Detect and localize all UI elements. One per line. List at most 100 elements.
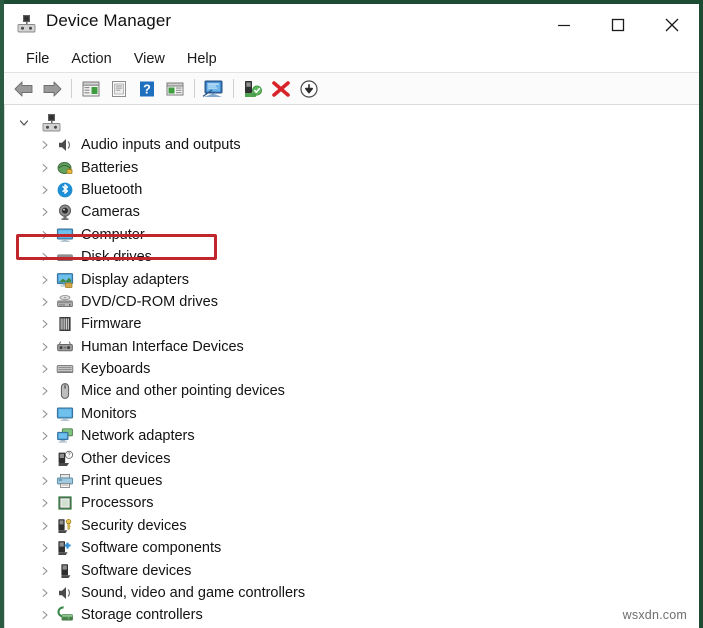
tree-row-label: Network adapters bbox=[81, 428, 195, 444]
tree-row[interactable]: Security devices bbox=[5, 515, 699, 537]
tree-row-label: Sound, video and game controllers bbox=[81, 585, 305, 601]
show-hide-console-tree-icon[interactable] bbox=[77, 76, 105, 102]
back-arrow-icon[interactable] bbox=[10, 76, 38, 102]
tree-row-label: Bluetooth bbox=[81, 182, 142, 198]
tree-row-label: Human Interface Devices bbox=[81, 339, 244, 355]
chevron-right-icon[interactable] bbox=[38, 543, 52, 553]
svg-text:?: ? bbox=[68, 452, 71, 458]
uninstall-device-icon[interactable] bbox=[267, 76, 295, 102]
help-icon[interactable]: ? bbox=[133, 76, 161, 102]
toolbar-separator-1 bbox=[71, 79, 72, 98]
tree-row-label: Storage controllers bbox=[81, 607, 203, 623]
tree-row[interactable]: Human Interface Devices bbox=[5, 336, 699, 358]
tree-row-label: Firmware bbox=[81, 316, 141, 332]
disk-drive-icon bbox=[56, 248, 74, 266]
chevron-right-icon[interactable] bbox=[38, 163, 52, 173]
menu-file[interactable]: File bbox=[15, 49, 60, 70]
window-frame: Device Manager bbox=[4, 4, 699, 628]
tree-row[interactable]: DVD/CD-ROM drives bbox=[5, 291, 699, 313]
tree-row-label: Batteries bbox=[81, 160, 138, 176]
tree-row-label: Software devices bbox=[81, 563, 191, 579]
processor-icon bbox=[56, 494, 74, 512]
forward-arrow-icon[interactable] bbox=[38, 76, 66, 102]
tree-row[interactable]: Network adapters bbox=[5, 425, 699, 447]
chevron-right-icon[interactable] bbox=[38, 588, 52, 598]
chevron-right-icon[interactable] bbox=[38, 297, 52, 307]
tree-row[interactable]: Monitors bbox=[5, 403, 699, 425]
software-component-icon bbox=[56, 539, 74, 557]
tree-row[interactable]: Software components bbox=[5, 537, 699, 559]
tree-row-label: Print queues bbox=[81, 473, 162, 489]
menu-action[interactable]: Action bbox=[60, 49, 122, 70]
tree-row[interactable]: Print queues bbox=[5, 470, 699, 492]
chevron-right-icon[interactable] bbox=[38, 252, 52, 262]
chevron-right-icon[interactable] bbox=[38, 454, 52, 464]
chevron-right-icon[interactable] bbox=[38, 521, 52, 531]
tree-row[interactable]: Sound, video and game controllers bbox=[5, 582, 699, 604]
chevron-right-icon[interactable] bbox=[38, 409, 52, 419]
printer-icon bbox=[56, 472, 74, 490]
tree-row[interactable]: Computer bbox=[5, 224, 699, 246]
tree-row[interactable]: Processors bbox=[5, 492, 699, 514]
toolbar-separator-2 bbox=[194, 79, 195, 98]
device-tree-pane[interactable]: Audio inputs and outputs bbox=[4, 105, 699, 628]
chevron-right-icon[interactable] bbox=[38, 498, 52, 508]
tree-row-label: Keyboards bbox=[81, 361, 150, 377]
chevron-right-icon[interactable] bbox=[38, 185, 52, 195]
menu-view[interactable]: View bbox=[123, 49, 176, 70]
watermark: wsxdn.com bbox=[623, 608, 687, 622]
chevron-right-icon[interactable] bbox=[38, 140, 52, 150]
chevron-right-icon[interactable] bbox=[38, 342, 52, 352]
window-controls bbox=[537, 4, 699, 45]
chevron-right-icon[interactable] bbox=[38, 364, 52, 374]
optical-drive-icon bbox=[56, 293, 74, 311]
tree-row[interactable]: Batteries bbox=[5, 156, 699, 178]
computer-root-icon bbox=[41, 113, 63, 133]
chevron-right-icon[interactable] bbox=[38, 386, 52, 396]
tree-row[interactable]: Storage controllers bbox=[5, 604, 699, 626]
toolbar-separator-3 bbox=[233, 79, 234, 98]
tree-row-label: DVD/CD-ROM drives bbox=[81, 294, 218, 310]
minimize-button[interactable] bbox=[537, 4, 591, 45]
tree-row[interactable]: Audio inputs and outputs bbox=[5, 134, 699, 156]
close-button[interactable] bbox=[645, 4, 699, 45]
tree-root-node[interactable] bbox=[5, 111, 63, 135]
chevron-right-icon[interactable] bbox=[38, 319, 52, 329]
chevron-right-icon[interactable] bbox=[38, 566, 52, 576]
tree-row[interactable]: Mice and other pointing devices bbox=[5, 380, 699, 402]
chevron-right-icon[interactable] bbox=[38, 207, 52, 217]
disable-device-icon[interactable] bbox=[295, 76, 323, 102]
enable-device-icon[interactable] bbox=[239, 76, 267, 102]
tree-row-label: Security devices bbox=[81, 518, 187, 534]
chevron-right-icon[interactable] bbox=[38, 431, 52, 441]
scan-for-hardware-changes-icon[interactable] bbox=[200, 76, 228, 102]
monitor-icon bbox=[56, 226, 74, 244]
page-edge-right bbox=[699, 0, 703, 628]
tree-row[interactable]: ? Other devices bbox=[5, 447, 699, 469]
maximize-button[interactable] bbox=[591, 4, 645, 45]
update-driver-icon[interactable] bbox=[161, 76, 189, 102]
storage-controller-icon bbox=[56, 606, 74, 624]
menubar: File Action View Help bbox=[4, 46, 699, 73]
bluetooth-icon bbox=[56, 181, 74, 199]
menu-help[interactable]: Help bbox=[176, 49, 228, 70]
other-device-icon: ? bbox=[56, 450, 74, 468]
mouse-icon bbox=[56, 382, 74, 400]
chevron-right-icon[interactable] bbox=[38, 275, 52, 285]
tree-row-display-adapters[interactable]: Display adapters bbox=[5, 268, 699, 290]
chevron-right-icon[interactable] bbox=[38, 610, 52, 620]
chevron-right-icon[interactable] bbox=[38, 230, 52, 240]
properties-icon[interactable] bbox=[105, 76, 133, 102]
chevron-right-icon[interactable] bbox=[38, 476, 52, 486]
tree-row[interactable]: Bluetooth bbox=[5, 179, 699, 201]
tree-row[interactable]: Cameras bbox=[5, 201, 699, 223]
tree-row[interactable]: Software devices bbox=[5, 559, 699, 581]
tree-row[interactable]: Firmware bbox=[5, 313, 699, 335]
tree-row[interactable]: Keyboards bbox=[5, 358, 699, 380]
chevron-down-icon[interactable] bbox=[11, 118, 37, 128]
battery-icon bbox=[56, 159, 74, 177]
tree-row-label: Audio inputs and outputs bbox=[81, 137, 241, 153]
tree-row[interactable]: Disk drives bbox=[5, 246, 699, 268]
keyboard-icon bbox=[56, 360, 74, 378]
speaker-icon bbox=[56, 136, 74, 154]
